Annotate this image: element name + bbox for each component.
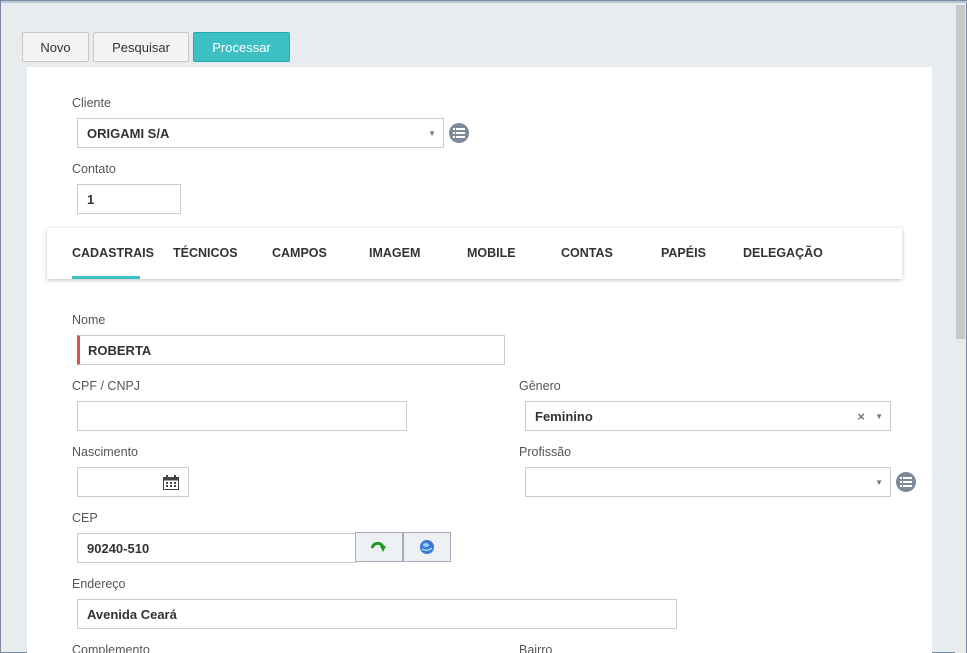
profissao-label: Profissão <box>519 445 572 459</box>
endereco-input[interactable]: Avenida Ceará <box>77 599 677 629</box>
profissao-select[interactable]: ▼ <box>525 467 891 497</box>
contato-label: Contato <box>72 162 116 176</box>
nome-value: ROBERTA <box>88 342 152 358</box>
complemento-label: Complemento <box>72 643 150 653</box>
toolbar: Novo Pesquisar Processar <box>22 32 290 62</box>
chevron-down-icon: ▼ <box>875 478 883 487</box>
contato-input[interactable]: 1 <box>77 184 181 214</box>
endereco-label: Endereço <box>72 577 126 591</box>
chevron-down-icon: ▼ <box>428 129 436 138</box>
green-arrow-icon <box>370 541 386 552</box>
tab-contas[interactable]: CONTAS <box>561 228 613 279</box>
novo-button[interactable]: Novo <box>22 32 89 62</box>
cep-value: 90240-510 <box>87 540 150 556</box>
cep-label: CEP <box>72 511 98 525</box>
tab-delegacao[interactable]: DELEGAÇÃO <box>743 228 823 279</box>
clear-icon[interactable]: × <box>857 409 865 424</box>
nascimento-input[interactable] <box>77 467 189 497</box>
calendar-icon[interactable] <box>163 475 179 493</box>
nome-label: Nome <box>72 313 106 327</box>
endereco-value: Avenida Ceará <box>87 606 177 622</box>
tab-bar: CADASTRAIS TÉCNICOS CAMPOS IMAGEM MOBILE… <box>47 228 902 279</box>
bairro-label: Bairro <box>519 643 553 653</box>
globe-icon <box>420 540 434 554</box>
window-top-border <box>1 1 967 3</box>
list-icon[interactable] <box>896 472 916 492</box>
cpf-input[interactable] <box>77 401 407 431</box>
genero-label: Gênero <box>519 379 561 393</box>
tab-mobile[interactable]: MOBILE <box>467 228 516 279</box>
pesquisar-button[interactable]: Pesquisar <box>93 32 189 62</box>
tab-cadastrais[interactable]: CADASTRAIS <box>72 228 154 279</box>
cliente-select[interactable]: ORIGAMI S/A ▼ <box>77 118 444 148</box>
cep-map-button[interactable] <box>403 532 451 562</box>
cliente-value: ORIGAMI S/A <box>87 125 170 141</box>
form-card: Cliente ORIGAMI S/A ▼ Contato 1 CADASTRA… <box>27 67 932 653</box>
tab-tecnicos[interactable]: TÉCNICOS <box>173 228 238 279</box>
list-icon[interactable] <box>449 123 469 143</box>
nome-input[interactable]: ROBERTA <box>77 335 505 365</box>
cliente-label: Cliente <box>72 96 111 110</box>
cep-search-button[interactable] <box>355 532 403 562</box>
genero-select[interactable]: Feminino × ▼ <box>525 401 891 431</box>
genero-value: Feminino <box>535 408 593 424</box>
tab-papeis[interactable]: PAPÉIS <box>661 228 706 279</box>
cpf-label: CPF / CNPJ <box>72 379 141 393</box>
scrollbar-thumb[interactable] <box>956 5 965 339</box>
nascimento-label: Nascimento <box>72 445 138 459</box>
scrollbar[interactable] <box>955 3 966 653</box>
tab-campos[interactable]: CAMPOS <box>272 228 327 279</box>
processar-button[interactable]: Processar <box>193 32 290 62</box>
cep-input[interactable]: 90240-510 <box>77 533 356 563</box>
chevron-down-icon: ▼ <box>875 412 883 421</box>
tab-imagem[interactable]: IMAGEM <box>369 228 420 279</box>
contato-value: 1 <box>87 191 95 207</box>
